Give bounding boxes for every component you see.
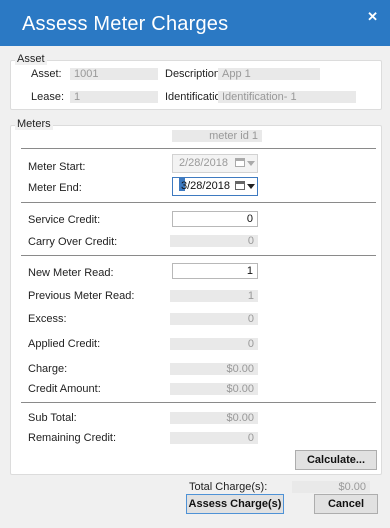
applied-credit-value: 0 [170, 338, 258, 350]
excess-value: 0 [170, 313, 258, 325]
asset-label: Asset: [31, 68, 62, 80]
divider [21, 202, 376, 203]
excess-label: Excess: [28, 313, 67, 325]
window-title: Assess Meter Charges [22, 13, 229, 35]
remaining-credit-label: Remaining Credit: [28, 432, 117, 444]
identification-value: Identification- 1 [218, 91, 356, 103]
asset-value: 1001 [70, 68, 158, 80]
asset-legend: Asset [15, 53, 47, 65]
meters-legend: Meters [15, 118, 53, 130]
close-icon[interactable]: ✕ [367, 9, 378, 25]
carry-over-credit-value: 0 [170, 235, 258, 247]
new-meter-read-label: New Meter Read: [28, 267, 114, 279]
sub-total-value: $0.00 [170, 412, 258, 424]
calendar-icon[interactable] [235, 181, 245, 190]
charge-label: Charge: [28, 363, 68, 375]
meter-end-date-picker[interactable]: 3/28/2018 [172, 177, 258, 196]
calculate-button[interactable]: Calculate... [295, 450, 377, 470]
description-label: Description: [165, 68, 224, 80]
credit-amount-label: Credit Amount: [28, 383, 101, 395]
chevron-down-icon [247, 161, 255, 166]
meter-start-label: Meter Start: [28, 161, 86, 173]
remaining-credit-value: 0 [170, 432, 258, 444]
title-bar: Assess Meter Charges ✕ [0, 0, 390, 46]
divider [21, 255, 376, 256]
carry-over-credit-label: Carry Over Credit: [28, 236, 118, 248]
meter-id-value: meter id 1 [172, 130, 262, 142]
applied-credit-label: Applied Credit: [28, 338, 101, 350]
meter-start-value: 2/28/2018 [179, 157, 228, 169]
charge-value: $0.00 [170, 363, 258, 375]
meter-start-date-picker: 2/28/2018 [172, 154, 258, 173]
new-meter-read-input[interactable]: 1 [172, 263, 258, 279]
sub-total-label: Sub Total: [28, 412, 77, 424]
credit-amount-value: $0.00 [170, 383, 258, 395]
service-credit-input[interactable]: 0 [172, 211, 258, 227]
total-charges-value: $0.00 [292, 481, 370, 493]
divider [21, 402, 376, 403]
meter-end-value: 3/28/2018 [181, 180, 230, 192]
total-charges-label: Total Charge(s): [189, 481, 268, 493]
divider [21, 148, 376, 149]
calendar-icon [235, 158, 245, 167]
previous-meter-read-value: 1 [170, 290, 258, 302]
lease-value: 1 [70, 91, 158, 103]
lease-label: Lease: [31, 91, 65, 103]
assess-charges-button[interactable]: Assess Charge(s) [186, 494, 284, 514]
service-credit-label: Service Credit: [28, 214, 101, 226]
previous-meter-read-label: Previous Meter Read: [28, 290, 135, 302]
cancel-button[interactable]: Cancel [314, 494, 378, 514]
description-value: App 1 [218, 68, 320, 80]
meter-end-label: Meter End: [28, 182, 82, 194]
chevron-down-icon[interactable] [247, 184, 255, 189]
